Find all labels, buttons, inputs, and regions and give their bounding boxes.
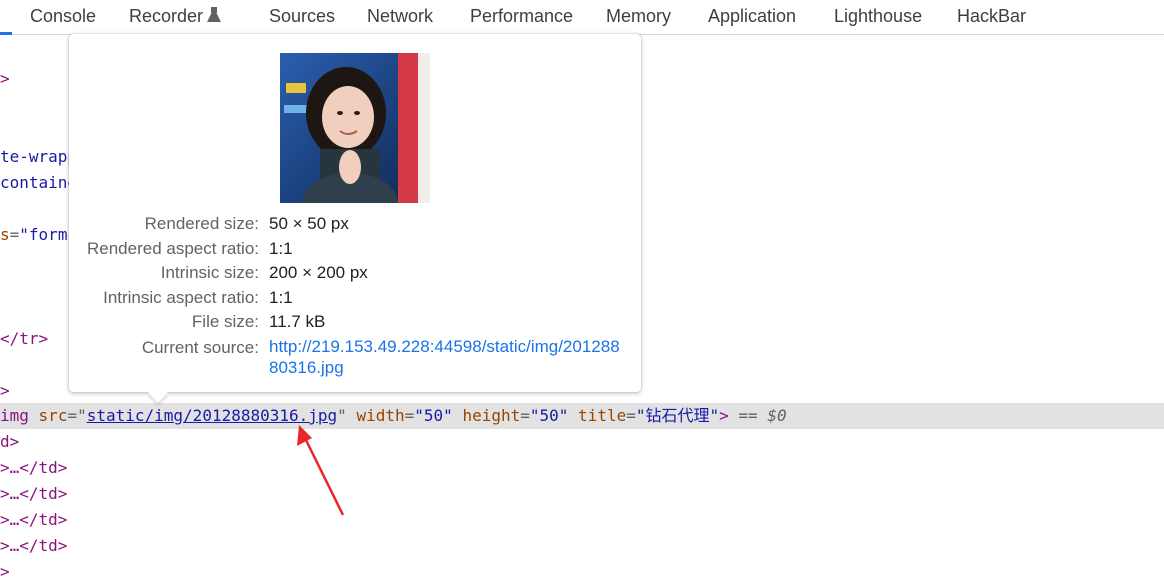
tab-label: Sources [269, 6, 336, 26]
rendered-aspect-label: Rendered aspect ratio: [87, 239, 259, 258]
height-attr: height [462, 406, 521, 425]
file-size-row: File size: 11.7 kB [69, 310, 641, 334]
current-source-link[interactable]: http://219.153.49.228:44598/static/img/2… [269, 336, 629, 378]
active-tab-indicator [0, 32, 12, 35]
class-fragment: te-wrapp [0, 147, 78, 166]
dom-node-line[interactable]: > [0, 378, 10, 404]
rendered-aspect-row: Rendered aspect ratio: 1:1 [69, 237, 641, 261]
tab-memory[interactable]: Memory [606, 0, 671, 34]
tag-fragment: > [0, 69, 10, 88]
tab-label: Recorder [129, 6, 204, 26]
file-size-value: 11.7 kB [269, 312, 326, 331]
td-row[interactable]: > [0, 559, 10, 585]
tab-label: Application [708, 6, 797, 26]
tab-hackbar[interactable]: HackBar [957, 0, 1026, 34]
dom-node-line[interactable]: containe [0, 170, 77, 196]
src-attr: src [38, 406, 68, 425]
selected-img-node[interactable]: img src="static/img/20128880316.jpg" wid… [0, 403, 787, 429]
tag-fragment: > [0, 381, 10, 400]
title-value: "钻石代理" [635, 406, 720, 425]
current-source-row: Current source: http://219.153.49.228:44… [69, 336, 641, 377]
tab-label: Memory [606, 6, 672, 26]
collapsed-td: >…</td> [0, 484, 68, 503]
tab-lighthouse[interactable]: Lighthouse [834, 0, 922, 34]
img-tag-name: img [0, 406, 29, 425]
flask-icon [207, 7, 222, 23]
intrinsic-size-label: Intrinsic size: [160, 263, 259, 282]
collapsed-td: >…</td> [0, 458, 68, 477]
tab-sources[interactable]: Sources [269, 0, 335, 34]
tab-application[interactable]: Application [708, 0, 796, 34]
td-row[interactable]: >…</td> [0, 533, 67, 559]
src-link[interactable]: static/img/20128880316.jpg [87, 406, 337, 425]
intrinsic-aspect-row: Intrinsic aspect ratio: 1:1 [69, 286, 641, 310]
tab-console[interactable]: Console [30, 0, 96, 34]
intrinsic-size-row: Intrinsic size: 200 × 200 px [69, 261, 641, 285]
rendered-size-row: Rendered size: 50 × 50 px [69, 212, 641, 236]
dom-node-line[interactable]: te-wrapp [0, 144, 77, 170]
td-row[interactable]: >…</td> [0, 481, 67, 507]
closing-tag: </tr> [0, 329, 49, 348]
dom-node-line[interactable]: d> [0, 429, 19, 455]
class-fragment: containe [0, 173, 78, 192]
dom-node-line[interactable]: > [0, 66, 10, 92]
console-ref-badge: == $0 [738, 406, 787, 425]
width-attr: width [356, 406, 405, 425]
intrinsic-size-value: 200 × 200 px [269, 263, 368, 282]
intrinsic-aspect-value: 1:1 [269, 288, 293, 307]
collapsed-td: >…</td> [0, 536, 68, 555]
td-row[interactable]: >…</td> [0, 455, 67, 481]
tab-performance[interactable]: Performance [470, 0, 573, 34]
rendered-size-label: Rendered size: [144, 214, 259, 233]
collapsed-td: >…</td> [0, 510, 68, 529]
tag-fragment: d> [0, 432, 20, 451]
tab-label: HackBar [957, 6, 1027, 26]
tab-label: Network [367, 6, 434, 26]
current-source-label: Current source: [141, 338, 259, 357]
rendered-aspect-value: 1:1 [269, 239, 293, 258]
image-preview-tooltip: Rendered size: 50 × 50 px Rendered aspec… [69, 34, 641, 403]
td-row[interactable]: >…</td> [0, 507, 67, 533]
tab-network[interactable]: Network [367, 0, 433, 34]
tab-label: Console [30, 6, 97, 26]
image-preview [280, 53, 430, 203]
dom-node-line[interactable]: </tr> [0, 326, 48, 352]
dom-node-line[interactable]: s="form- [0, 222, 77, 248]
tab-label: Performance [470, 6, 574, 26]
intrinsic-aspect-label: Intrinsic aspect ratio: [103, 288, 259, 307]
devtools-tabbar: Console Recorder Sources Network Perform… [0, 0, 1164, 35]
tab-recorder[interactable]: Recorder [129, 0, 222, 34]
file-size-label: File size: [191, 312, 259, 331]
height-value: "50" [529, 406, 569, 425]
rendered-size-value: 50 × 50 px [269, 214, 349, 233]
tab-label: Lighthouse [834, 6, 923, 26]
width-value: "50" [414, 406, 453, 425]
title-attr: title [578, 406, 627, 425]
attr-fragment: s [0, 225, 10, 244]
image-preview-picture [280, 53, 430, 203]
